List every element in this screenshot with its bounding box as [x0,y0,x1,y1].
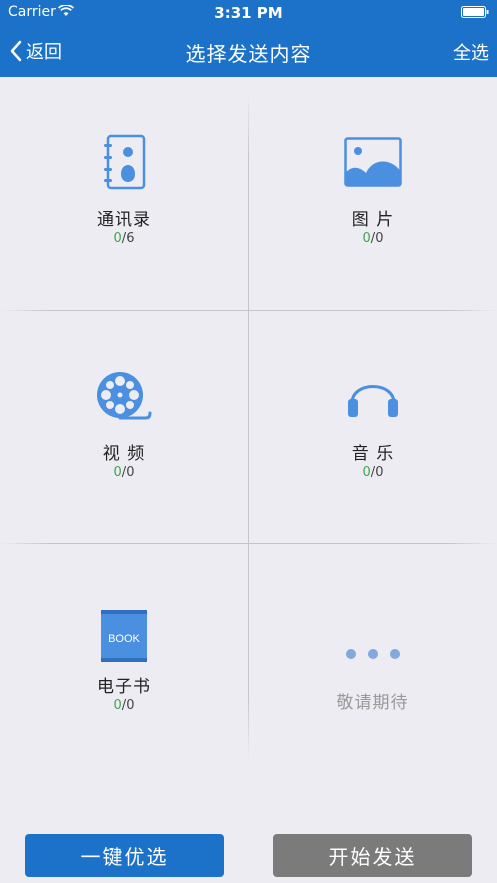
status-bar: Carrier 3:31 PM [0,0,497,26]
select-all-button[interactable]: 全选 [453,39,489,65]
category-count: 0/0 [362,231,384,246]
page-title: 选择发送内容 [185,42,312,66]
book-icon: BOOK [0,606,248,666]
more-dots-icon [248,649,497,659]
category-contacts[interactable]: 通讯录 0/6 [0,77,248,310]
category-label: 视 频 [102,444,146,464]
start-send-button[interactable]: 开始发送 [273,834,472,877]
category-grid: 通讯录 0/6 图 片 0/0 视 频 0/0 音 乐 0/0 BOOK 电子书… [0,77,497,777]
header: Carrier 3:31 PM 返回 选择发送内容 全选 [0,0,497,77]
category-label: 通讯录 [97,210,151,230]
category-label: 图 片 [351,210,395,230]
category-label: 电子书 [97,677,151,697]
battery-icon [461,6,489,18]
category-ebook[interactable]: BOOK 电子书 0/0 [0,544,248,777]
category-label: 音 乐 [351,444,395,464]
category-count: 0/6 [113,231,135,246]
picture-icon [249,132,497,192]
book-icon-text: BOOK [108,633,140,645]
navbar: 返回 选择发送内容 全选 [0,26,497,77]
category-count: 0/0 [362,465,384,480]
category-count: 0/0 [113,465,135,480]
headphones-icon [249,366,497,426]
film-reel-icon [0,366,248,426]
category-count: 0/0 [113,698,135,713]
coming-soon-label: 敬请期待 [336,693,409,713]
quick-select-button[interactable]: 一键优选 [25,834,224,877]
status-time: 3:31 PM [214,4,283,22]
category-video[interactable]: 视 频 0/0 [0,311,248,544]
category-pictures[interactable]: 图 片 0/0 [249,77,497,310]
contacts-icon [0,132,248,192]
category-music[interactable]: 音 乐 0/0 [249,311,497,544]
